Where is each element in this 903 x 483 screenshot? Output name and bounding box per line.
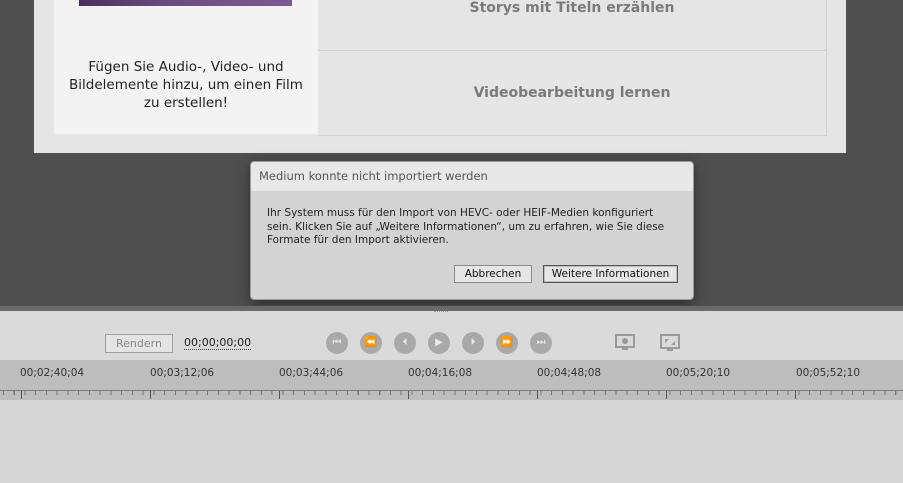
ruler-label: 00;02;40;04	[20, 367, 85, 379]
ruler-label: 00;04;48;08	[537, 367, 602, 379]
step-forward-icon[interactable]: ⏵	[462, 332, 484, 354]
dialog-message: Ihr System muss für den Import von HEVC-…	[267, 207, 665, 246]
fast-forward-icon[interactable]: ⏩	[496, 332, 518, 354]
play-icon[interactable]: ▶	[428, 332, 450, 354]
fullscreen-icon[interactable]	[659, 332, 681, 354]
rewind-icon[interactable]: ⏪	[360, 332, 382, 354]
current-timecode[interactable]: 00;00;00;00	[184, 336, 252, 350]
dialog-title[interactable]: Medium konnte nicht importiert werden	[251, 162, 693, 191]
ruler-label: 00;04;16;08	[408, 367, 473, 379]
import-error-dialog: Medium konnte nicht importiert werden Ih…	[250, 161, 694, 300]
step-back-icon[interactable]: ⏴	[394, 332, 416, 354]
ruler-label: 00;05;20;10	[666, 367, 731, 379]
ruler-label: 00;03;12;06	[150, 367, 215, 379]
ruler-label: 00;05;52;10	[796, 367, 861, 379]
add-media-card[interactable]: Fügen Sie Audio-, Video- und Bildelement…	[54, 0, 318, 134]
topic-list: Storys mit Titeln erzählen Videobearbeit…	[318, 0, 827, 136]
welcome-panel: Fügen Sie Audio-, Video- und Bildelement…	[34, 0, 846, 153]
timeline-ruler[interactable]: 00;02;40;04 00;03;12;06 00;03;44;06 00;0…	[0, 360, 903, 401]
go-to-start-icon[interactable]: ⏮	[326, 332, 348, 354]
more-info-button[interactable]: Weitere Informationen	[543, 265, 678, 283]
go-to-end-icon[interactable]: ⏭	[530, 332, 552, 354]
render-button[interactable]: Rendern	[105, 334, 173, 353]
ruler-label: 00;03;44;06	[279, 367, 344, 379]
monitor-settings-icon[interactable]	[614, 332, 636, 354]
topic-video-editing[interactable]: Videobearbeitung lernen	[318, 51, 826, 135]
timeline-track-area[interactable]	[0, 400, 903, 483]
resize-grip[interactable]	[434, 311, 448, 315]
card-thumbnail	[79, 0, 292, 6]
topic-titles[interactable]: Storys mit Titeln erzählen	[318, 0, 826, 50]
cancel-button[interactable]: Abbrechen	[454, 265, 532, 283]
add-media-text: Fügen Sie Audio-, Video- und Bildelement…	[69, 59, 303, 111]
transport-bar: Rendern 00;00;00;00 ⏮ ⏪ ⏴ ▶ ⏵ ⏩ ⏭	[0, 306, 903, 360]
